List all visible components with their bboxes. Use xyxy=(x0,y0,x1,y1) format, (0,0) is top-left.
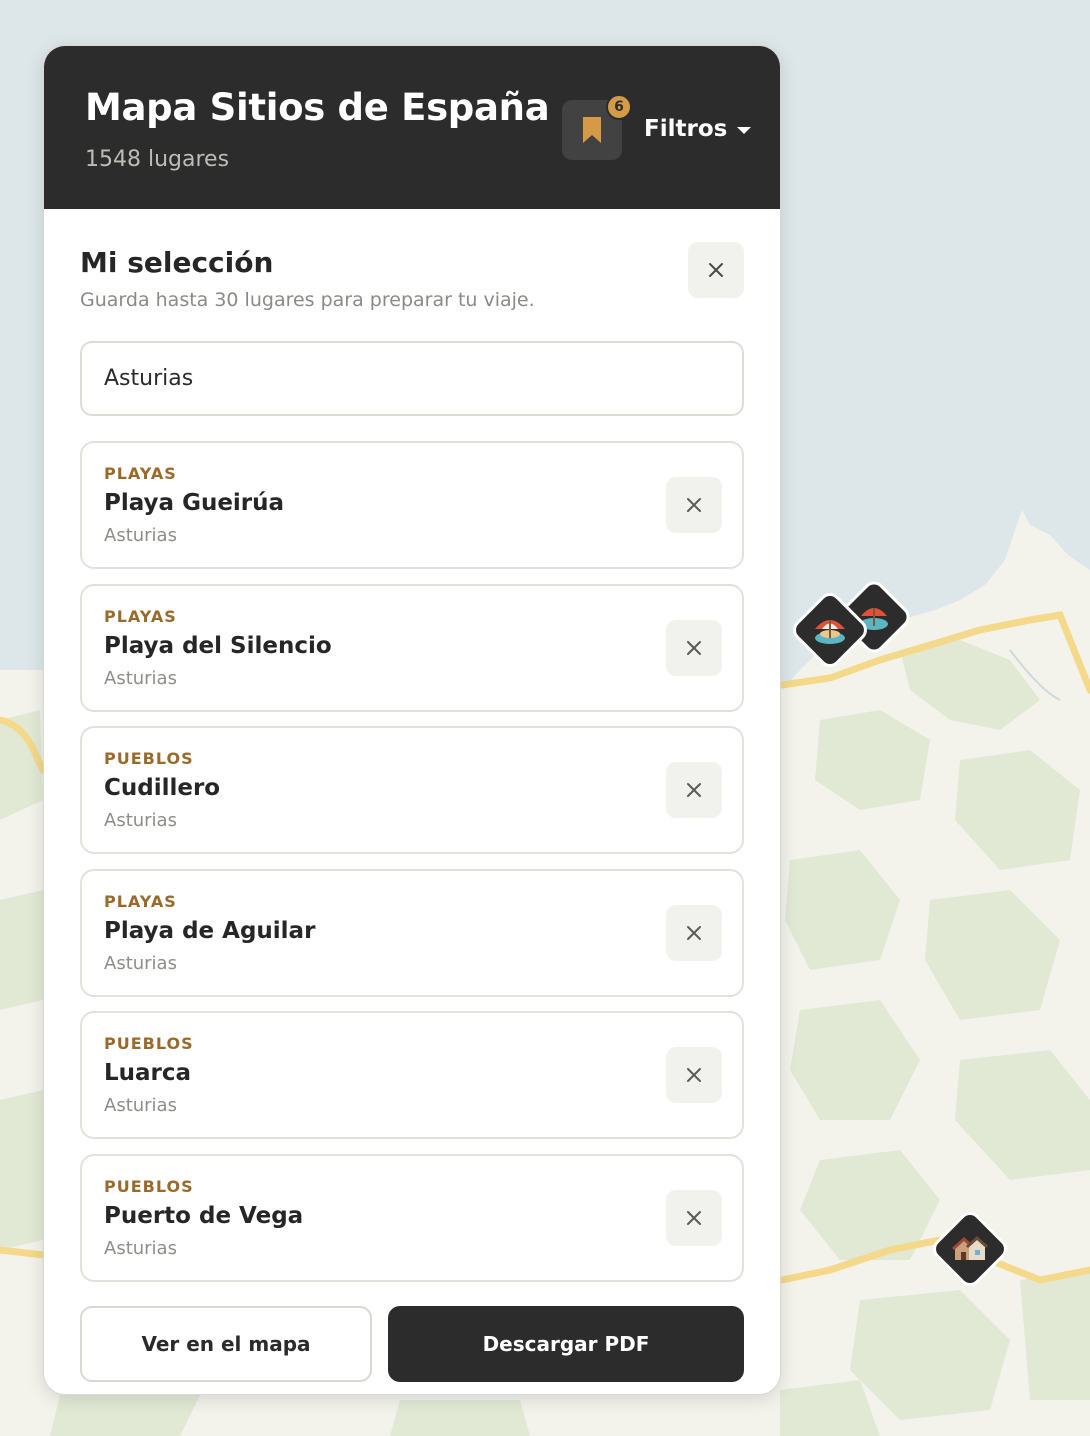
place-name: Playa de Aguilar xyxy=(104,917,316,944)
place-category: PUEBLOS xyxy=(104,749,194,768)
place-category: PLAYAS xyxy=(104,891,177,911)
place-card[interactable]: PLAYAS Playa del Silencio Asturias xyxy=(80,583,744,712)
place-name: Cudillero xyxy=(104,775,221,801)
place-count: 1548 lugares xyxy=(85,147,230,172)
remove-place-button[interactable] xyxy=(666,477,722,533)
close-icon xyxy=(687,783,701,797)
place-category: PUEBLOS xyxy=(104,1034,194,1053)
close-icon xyxy=(687,1210,701,1225)
place-name: Playa del Silencio xyxy=(104,632,332,659)
remove-place-button[interactable] xyxy=(666,1189,722,1246)
close-icon xyxy=(687,1068,701,1082)
close-icon xyxy=(687,498,701,512)
place-name: Playa Gueirúa xyxy=(104,490,285,516)
place-card[interactable]: PUEBLOS Cudillero Asturias xyxy=(80,726,744,854)
region-search-input[interactable] xyxy=(80,341,744,416)
place-card[interactable]: PUEBLOS Puerto de Vega Asturias xyxy=(80,1153,744,1282)
download-pdf-button[interactable]: Descargar PDF xyxy=(388,1306,744,1382)
place-list: PLAYAS Playa Gueirúa Asturias PLAYAS Pla… xyxy=(80,441,744,1296)
filters-label: Filtros xyxy=(644,116,728,142)
section-subtitle: Guarda hasta 30 lugares para preparar tu… xyxy=(80,289,535,311)
app-title: Mapa Sitios de España xyxy=(85,86,550,129)
place-category: PLAYAS xyxy=(104,464,177,483)
selection-panel: Mapa Sitios de España 1548 lugares 6 Fil… xyxy=(43,45,781,1395)
place-card[interactable]: PUEBLOS Luarca Asturias xyxy=(80,1011,744,1139)
view-on-map-button[interactable]: Ver en el mapa xyxy=(80,1306,372,1382)
chevron-down-icon xyxy=(737,126,752,134)
filters-dropdown[interactable]: Filtros xyxy=(644,116,752,142)
bookmark-icon xyxy=(583,117,601,143)
close-panel-button[interactable] xyxy=(688,242,744,298)
remove-place-button[interactable] xyxy=(666,904,722,961)
remove-place-button[interactable] xyxy=(666,619,722,676)
place-category: PLAYAS xyxy=(104,606,177,626)
houses-icon[interactable] xyxy=(927,1206,1015,1302)
place-category: PUEBLOS xyxy=(104,1176,194,1196)
close-icon xyxy=(687,925,701,940)
bookmarks-button[interactable]: 6 xyxy=(562,94,632,160)
close-icon xyxy=(687,640,701,655)
place-name: Puerto de Vega xyxy=(104,1202,304,1229)
place-region: Asturias xyxy=(104,1237,177,1259)
remove-place-button[interactable] xyxy=(666,1047,722,1103)
place-region: Asturias xyxy=(104,667,177,689)
place-name: Luarca xyxy=(104,1060,192,1086)
place-region: Asturias xyxy=(104,810,177,831)
close-icon xyxy=(709,263,723,277)
bookmark-count-badge: 6 xyxy=(606,94,632,120)
remove-place-button[interactable] xyxy=(666,762,722,818)
place-region: Asturias xyxy=(104,952,177,974)
place-region: Asturias xyxy=(104,525,177,546)
place-card[interactable]: PLAYAS Playa Gueirúa Asturias xyxy=(80,441,744,569)
panel-header: Mapa Sitios de España 1548 lugares 6 Fil… xyxy=(44,46,780,209)
place-region: Asturias xyxy=(104,1095,177,1116)
place-card[interactable]: PLAYAS Playa de Aguilar Asturias xyxy=(80,868,744,997)
beach-umbrella-icon[interactable] xyxy=(788,588,874,684)
section-title: Mi selección xyxy=(80,246,274,279)
